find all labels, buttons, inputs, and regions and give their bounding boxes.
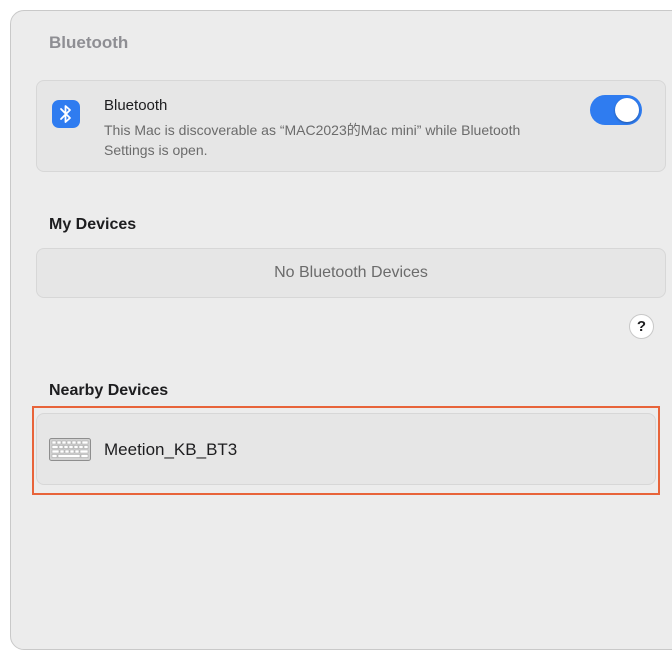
bluetooth-card: Bluetooth This Mac is discoverable as “M…: [36, 80, 666, 172]
keyboard-icon: [49, 438, 91, 461]
bluetooth-toggle[interactable]: [590, 95, 642, 125]
bluetooth-settings-pane: Bluetooth Bluetooth This Mac is discover…: [10, 10, 672, 650]
toggle-knob: [615, 98, 639, 122]
help-button[interactable]: ?: [629, 314, 654, 339]
nearby-device-item[interactable]: Meetion_KB_BT3: [36, 413, 656, 485]
nearby-devices-title: Nearby Devices: [49, 382, 169, 399]
bluetooth-description: This Mac is discoverable as “MAC2023的Mac…: [104, 122, 521, 158]
device-name: Meetion_KB_BT3: [104, 440, 238, 459]
my-devices-title: My Devices: [49, 216, 137, 233]
my-devices-empty: No Bluetooth Devices: [36, 248, 666, 298]
pane-title: Bluetooth: [49, 33, 129, 52]
bluetooth-icon: [52, 100, 80, 128]
bluetooth-title: Bluetooth: [104, 97, 168, 114]
